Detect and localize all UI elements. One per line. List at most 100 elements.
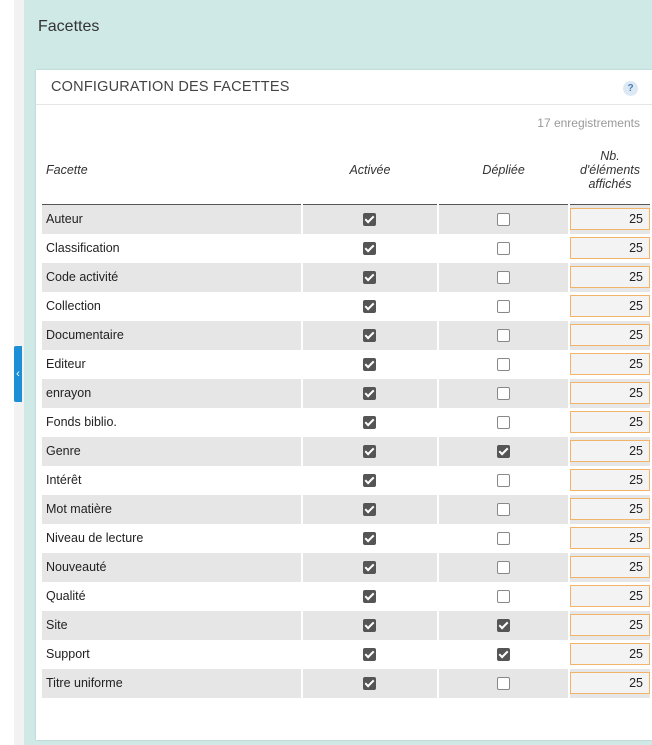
expanded-checkbox[interactable]: [497, 503, 511, 517]
enabled-checkbox[interactable]: [363, 358, 377, 372]
expanded-cell: [438, 262, 570, 292]
facet-name: Qualité: [42, 581, 303, 611]
enabled-checkbox[interactable]: [363, 474, 377, 488]
count-cell: 25: [568, 494, 652, 524]
facet-name: Documentaire: [42, 320, 303, 350]
help-icon[interactable]: ?: [623, 81, 638, 96]
expanded-checkbox[interactable]: [497, 329, 511, 343]
expanded-checkbox[interactable]: [497, 561, 511, 575]
enabled-checkbox[interactable]: [363, 271, 377, 285]
expanded-checkbox[interactable]: [497, 590, 511, 604]
column-header-enabled[interactable]: Activée: [301, 136, 439, 205]
expanded-checkbox[interactable]: [497, 648, 511, 662]
count-input[interactable]: 25: [569, 614, 650, 636]
expanded-checkbox[interactable]: [497, 213, 511, 227]
table-row: Site 25: [42, 610, 652, 640]
column-header-expanded[interactable]: Dépliée: [438, 136, 569, 205]
expanded-checkbox[interactable]: [497, 387, 511, 401]
enabled-cell: [301, 349, 440, 379]
enabled-cell: [301, 436, 440, 466]
count-cell: 25: [568, 610, 652, 640]
count-cell: 25: [568, 407, 652, 437]
table-row: Support 25: [42, 639, 652, 669]
count-input[interactable]: 25: [569, 440, 650, 462]
count-input[interactable]: 25: [569, 382, 650, 404]
facet-name: Mot matière: [42, 494, 303, 524]
count-cell: 25: [568, 465, 652, 495]
column-header-facet[interactable]: Facette: [42, 136, 302, 205]
enabled-checkbox[interactable]: [363, 445, 377, 459]
count-cell: 25: [568, 349, 652, 379]
enabled-checkbox[interactable]: [363, 503, 377, 517]
count-cell: 25: [568, 581, 652, 611]
table-row: Qualité 25: [42, 581, 652, 611]
count-input[interactable]: 25: [569, 237, 650, 259]
expanded-checkbox[interactable]: [497, 445, 511, 459]
count-input[interactable]: 25: [569, 672, 650, 694]
count-input[interactable]: 25: [569, 527, 650, 549]
enabled-checkbox[interactable]: [363, 677, 377, 691]
table-row: Intérêt 25: [42, 465, 652, 495]
sidebar-toggle-button[interactable]: ‹: [14, 346, 22, 402]
expanded-cell: [438, 639, 570, 669]
facet-name: Support: [42, 639, 303, 669]
expanded-checkbox[interactable]: [497, 271, 511, 285]
expanded-checkbox[interactable]: [497, 677, 511, 691]
expanded-cell: [438, 581, 570, 611]
expanded-checkbox[interactable]: [497, 619, 511, 633]
count-input[interactable]: 25: [569, 643, 650, 665]
table-row: Titre uniforme 25: [42, 668, 652, 698]
enabled-checkbox[interactable]: [363, 619, 377, 633]
panel-title: CONFIGURATION DES FACETTES: [51, 79, 290, 95]
enabled-cell: [301, 581, 440, 611]
expanded-checkbox[interactable]: [497, 300, 511, 314]
table-row: Nouveauté 25: [42, 552, 652, 582]
count-input[interactable]: 25: [569, 353, 650, 375]
count-input[interactable]: 25: [569, 208, 650, 231]
enabled-checkbox[interactable]: [363, 532, 377, 546]
expanded-checkbox[interactable]: [497, 416, 511, 430]
count-input[interactable]: 25: [569, 585, 650, 607]
expanded-checkbox[interactable]: [497, 474, 511, 488]
enabled-checkbox[interactable]: [363, 387, 377, 401]
expanded-checkbox[interactable]: [497, 532, 511, 546]
count-input[interactable]: 25: [569, 556, 650, 578]
enabled-checkbox[interactable]: [363, 590, 377, 604]
expanded-cell: [438, 668, 570, 698]
enabled-cell: [301, 523, 440, 553]
table-row: Code activité 25: [42, 262, 652, 292]
expanded-cell: [438, 233, 570, 263]
table-row: Collection 25: [42, 291, 652, 321]
count-input[interactable]: 25: [569, 498, 650, 520]
facet-name: Titre uniforme: [42, 668, 303, 698]
table-row: Editeur 25: [42, 349, 652, 379]
count-cell: 25: [568, 668, 652, 698]
column-header-count[interactable]: Nb. d'éléments affichés: [568, 136, 651, 205]
enabled-checkbox[interactable]: [363, 242, 377, 256]
count-input[interactable]: 25: [569, 411, 650, 433]
table-row: Niveau de lecture 25: [42, 523, 652, 553]
table-row: Fonds biblio. 25: [42, 407, 652, 437]
count-input[interactable]: 25: [569, 266, 650, 288]
count-input[interactable]: 25: [569, 324, 650, 346]
expanded-checkbox[interactable]: [497, 242, 511, 256]
count-input[interactable]: 25: [569, 469, 650, 491]
enabled-checkbox[interactable]: [363, 648, 377, 662]
enabled-cell: [301, 668, 440, 698]
enabled-checkbox[interactable]: [363, 561, 377, 575]
count-input[interactable]: 25: [569, 295, 650, 317]
enabled-checkbox[interactable]: [363, 329, 377, 343]
count-cell: 25: [568, 320, 652, 350]
enabled-cell: [301, 320, 440, 350]
facet-name: Auteur: [42, 204, 303, 234]
enabled-checkbox[interactable]: [363, 416, 377, 430]
expanded-checkbox[interactable]: [497, 358, 511, 372]
expanded-cell: [438, 494, 570, 524]
count-cell: 25: [568, 523, 652, 553]
enabled-checkbox[interactable]: [363, 300, 377, 314]
enabled-cell: [301, 610, 440, 640]
expanded-cell: [438, 436, 570, 466]
enabled-checkbox[interactable]: [363, 213, 377, 227]
table-row: Classification 25: [42, 233, 652, 263]
expanded-cell: [438, 291, 570, 321]
